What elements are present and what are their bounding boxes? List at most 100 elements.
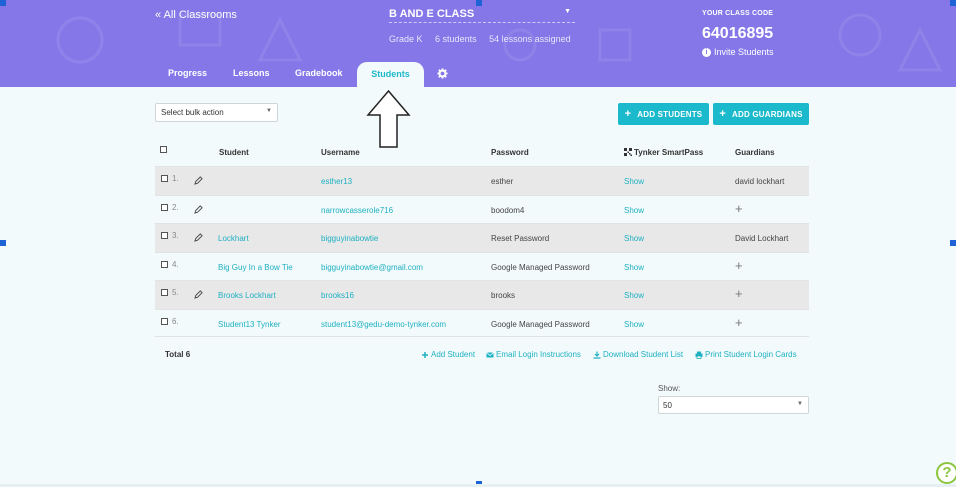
- student-name[interactable]: Big Guy In a Bow Tie: [218, 263, 293, 272]
- add-guardian-plus-icon[interactable]: +: [735, 316, 743, 329]
- username-link[interactable]: student13@gedu-demo-tynker.com: [321, 320, 446, 329]
- username-link[interactable]: bigguyinabowtie@gmail.com: [321, 263, 423, 272]
- print-login-cards-link[interactable]: Print Student Login Cards: [695, 350, 797, 359]
- bulk-action-select[interactable]: Select bulk action ▼: [155, 103, 278, 122]
- password-value: Reset Password: [491, 234, 550, 243]
- download-icon: [593, 351, 601, 359]
- add-guardian-plus-icon[interactable]: +: [735, 287, 743, 300]
- username-link[interactable]: bigguyinabowtie: [321, 234, 378, 243]
- add-students-button[interactable]: + ADD STUDENTS: [618, 103, 709, 125]
- info-icon: i: [702, 47, 711, 57]
- smartpass-show-link[interactable]: Show: [624, 206, 644, 215]
- page-size-select[interactable]: 50 ▼: [658, 396, 809, 414]
- help-button[interactable]: ?: [936, 462, 956, 484]
- smartpass-show-link[interactable]: Show: [624, 320, 644, 329]
- username-link[interactable]: narrowcasserole716: [321, 206, 393, 215]
- invite-students-link[interactable]: i Invite Students: [702, 47, 774, 57]
- row-number: 5.: [172, 288, 179, 297]
- row-checkbox[interactable]: [161, 232, 168, 239]
- caret-down-icon: ▼: [564, 8, 571, 15]
- username-link[interactable]: esther13: [321, 177, 352, 186]
- password-value: Google Managed Password: [491, 262, 590, 272]
- row-number: 6.: [172, 316, 179, 326]
- download-student-list-label: Download Student List: [603, 350, 684, 359]
- annotation-arrow-icon: [366, 89, 411, 148]
- caret-down-icon: ▼: [797, 401, 803, 407]
- plus-icon: +: [624, 108, 632, 120]
- selection-handle: [950, 240, 956, 246]
- smartpass-header-label: Tynker SmartPass: [634, 148, 704, 157]
- smartpass-show-link[interactable]: Show: [624, 177, 644, 186]
- add-guardian-plus-icon[interactable]: +: [735, 259, 743, 272]
- row-number: 1.: [172, 174, 179, 183]
- download-student-list-link[interactable]: Download Student List: [593, 350, 683, 359]
- add-students-label: ADD STUDENTS: [637, 109, 703, 119]
- email-login-instructions-label: Email Login Instructions: [496, 350, 581, 359]
- student-name[interactable]: Student13 Tynker: [218, 320, 281, 329]
- table-row: 1. esther13 esther Show david lockhart: [155, 166, 809, 195]
- table-row: 2. narrowcasserole716 boodom4 Show +: [155, 194, 809, 224]
- tab-lessons[interactable]: Lessons: [233, 68, 270, 78]
- add-student-link[interactable]: Add Student: [421, 350, 475, 359]
- tab-gradebook[interactable]: Gradebook: [295, 68, 343, 78]
- selection-handle: [476, 0, 482, 6]
- column-header-student: Student: [219, 148, 249, 157]
- students-count: 6 students: [435, 34, 477, 44]
- tab-progress[interactable]: Progress: [168, 68, 207, 78]
- class-code-value: 64016895: [702, 25, 774, 42]
- class-meta: Grade K 6 students 54 lessons assigned: [389, 34, 581, 44]
- all-classrooms-link[interactable]: « All Classrooms: [155, 9, 237, 21]
- row-checkbox[interactable]: [161, 317, 168, 325]
- grade-label: Grade K: [389, 34, 423, 44]
- row-checkbox[interactable]: [161, 203, 168, 211]
- class-code-label: YOUR CLASS CODE: [702, 10, 774, 17]
- smartpass-show-link[interactable]: Show: [624, 234, 644, 243]
- page-size-value: 50: [663, 401, 672, 410]
- column-header-password: Password: [491, 148, 529, 157]
- student-name[interactable]: Lockhart: [218, 234, 249, 243]
- password-value: Google Managed Password: [491, 319, 590, 329]
- column-header-smartpass: Tynker SmartPass: [624, 148, 703, 157]
- plus-icon: [422, 351, 428, 358]
- pencil-icon[interactable]: [194, 176, 203, 185]
- smartpass-show-link[interactable]: Show: [624, 291, 644, 300]
- page-size-label: Show:: [658, 384, 681, 393]
- selection-handle: [0, 240, 6, 246]
- add-guardian-plus-icon[interactable]: +: [735, 202, 743, 215]
- smartpass-show-link[interactable]: Show: [624, 263, 644, 272]
- pencil-icon[interactable]: [194, 204, 203, 214]
- row-number: 4.: [172, 259, 179, 269]
- row-checkbox[interactable]: [161, 289, 168, 296]
- selection-handle: [950, 0, 956, 6]
- student-name[interactable]: Brooks Lockhart: [218, 291, 276, 300]
- gear-icon[interactable]: [437, 68, 448, 79]
- add-guardians-label: ADD GUARDIANS: [732, 109, 803, 119]
- row-checkbox[interactable]: [161, 260, 168, 268]
- class-header: « All Classrooms B AND E CLASS ▼ Grade K…: [0, 0, 956, 87]
- envelope-icon: [486, 351, 494, 357]
- password-value: brooks: [491, 291, 516, 300]
- print-login-cards-label: Print Student Login Cards: [705, 350, 797, 359]
- row-checkbox[interactable]: [161, 175, 168, 182]
- add-student-label: Add Student: [431, 350, 476, 359]
- password-value: esther: [491, 177, 514, 186]
- select-all-checkbox[interactable]: [160, 146, 167, 153]
- invite-students-label: Invite Students: [714, 47, 774, 57]
- table-row: 5. Brooks Lockhart brooks16 brooks Show …: [155, 280, 809, 309]
- bulk-action-placeholder: Select bulk action: [161, 108, 224, 117]
- printer-icon: [695, 351, 703, 359]
- email-login-instructions-link[interactable]: Email Login Instructions: [486, 350, 581, 359]
- column-header-username: Username: [321, 148, 360, 157]
- tab-students[interactable]: Students: [357, 62, 424, 87]
- password-value: boodom4: [491, 205, 525, 215]
- username-link[interactable]: brooks16: [321, 291, 354, 300]
- class-name-dropdown[interactable]: B AND E CLASS ▼: [389, 8, 575, 23]
- qr-code-icon: [624, 148, 632, 156]
- caret-down-icon: ▼: [266, 108, 272, 114]
- table-row: 3. Lockhart bigguyinabowtie Reset Passwo…: [155, 223, 809, 252]
- add-guardians-button[interactable]: + ADD GUARDIANS: [713, 103, 809, 125]
- pencil-icon[interactable]: [194, 290, 203, 299]
- pencil-icon[interactable]: [194, 233, 203, 242]
- plus-icon: +: [719, 108, 726, 120]
- total-students: Total 6: [165, 350, 191, 359]
